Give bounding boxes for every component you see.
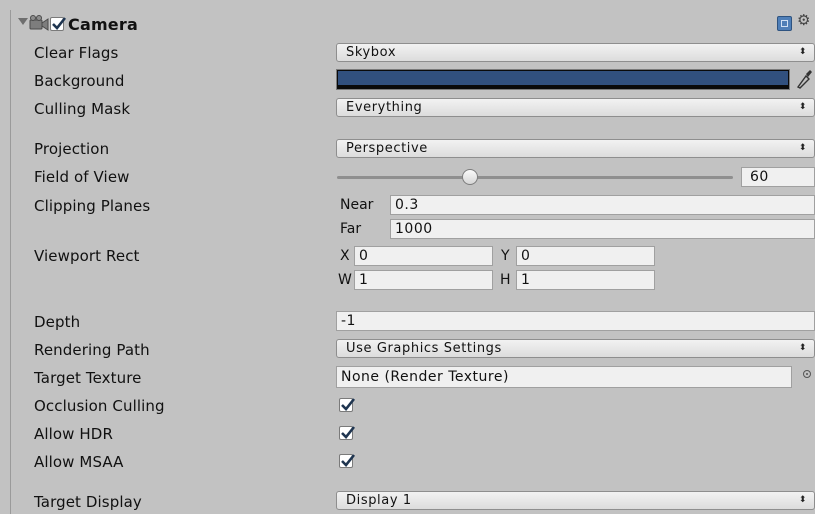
foldout-arrow-icon[interactable] [18, 18, 28, 25]
occlusion-culling-label: Occlusion Culling [34, 397, 165, 415]
viewport-x-input[interactable]: 0 [354, 246, 493, 266]
rendering-path-value: Use Graphics Settings [346, 341, 502, 356]
viewport-w-input[interactable]: 1 [354, 270, 493, 290]
near-input[interactable]: 0.3 [390, 195, 815, 215]
camera-icon [29, 15, 49, 31]
viewport-rect-label: Viewport Rect [34, 247, 140, 265]
background-label: Background [34, 72, 125, 90]
allow-hdr-checkbox[interactable] [339, 426, 356, 440]
culling-mask-value: Everything [346, 100, 423, 115]
viewport-w-label: W [338, 272, 352, 288]
component-enabled-checkbox[interactable] [50, 17, 67, 31]
field-of-view-slider-thumb[interactable] [462, 169, 478, 185]
culling-mask-dropdown[interactable]: Everything ⬍ [336, 98, 815, 117]
help-icon[interactable] [777, 16, 792, 31]
component-title: Camera [68, 15, 138, 34]
depth-input[interactable]: -1 [336, 311, 815, 331]
background-color-swatch [338, 71, 788, 85]
gear-icon[interactable]: ⚙ [797, 13, 810, 28]
updown-arrow-icon: ⬍ [798, 343, 807, 353]
updown-arrow-icon: ⬍ [798, 47, 807, 57]
far-input[interactable]: 1000 [390, 219, 815, 239]
updown-arrow-icon: ⬍ [798, 102, 807, 112]
culling-mask-label: Culling Mask [34, 100, 131, 118]
near-label: Near [340, 197, 374, 213]
viewport-y-input[interactable]: 0 [516, 246, 655, 266]
far-label: Far [340, 221, 362, 237]
field-of-view-label: Field of View [34, 168, 130, 186]
occlusion-culling-checkbox[interactable] [339, 398, 356, 412]
viewport-x-label: X [340, 248, 350, 264]
target-display-label: Target Display [34, 493, 142, 511]
updown-arrow-icon: ⬍ [798, 495, 807, 505]
target-texture-field[interactable]: None (Render Texture) [336, 366, 792, 388]
target-texture-label: Target Texture [34, 369, 142, 387]
rendering-path-dropdown[interactable]: Use Graphics Settings ⬍ [336, 339, 815, 358]
viewport-y-label: Y [501, 248, 510, 264]
projection-value: Perspective [346, 141, 428, 156]
eyedropper-icon[interactable] [795, 68, 813, 90]
object-picker-icon[interactable] [803, 370, 811, 378]
background-color-field[interactable] [336, 69, 790, 90]
viewport-h-input[interactable]: 1 [516, 270, 655, 290]
target-display-dropdown[interactable]: Display 1 ⬍ [336, 491, 815, 510]
rendering-path-label: Rendering Path [34, 341, 150, 359]
field-of-view-slider-track[interactable] [337, 176, 733, 179]
field-of-view-input[interactable]: 60 [741, 167, 815, 187]
depth-label: Depth [34, 313, 81, 331]
projection-label: Projection [34, 140, 110, 158]
viewport-h-label: H [500, 272, 511, 288]
allow-msaa-checkbox[interactable] [339, 454, 356, 468]
updown-arrow-icon: ⬍ [798, 143, 807, 153]
clear-flags-dropdown[interactable]: Skybox ⬍ [336, 43, 815, 62]
clear-flags-value: Skybox [346, 45, 397, 60]
allow-hdr-label: Allow HDR [34, 425, 113, 443]
clipping-planes-label: Clipping Planes [34, 197, 151, 215]
projection-dropdown[interactable]: Perspective ⬍ [336, 139, 815, 158]
clear-flags-label: Clear Flags [34, 44, 119, 62]
allow-msaa-label: Allow MSAA [34, 453, 124, 471]
target-display-value: Display 1 [346, 493, 412, 508]
